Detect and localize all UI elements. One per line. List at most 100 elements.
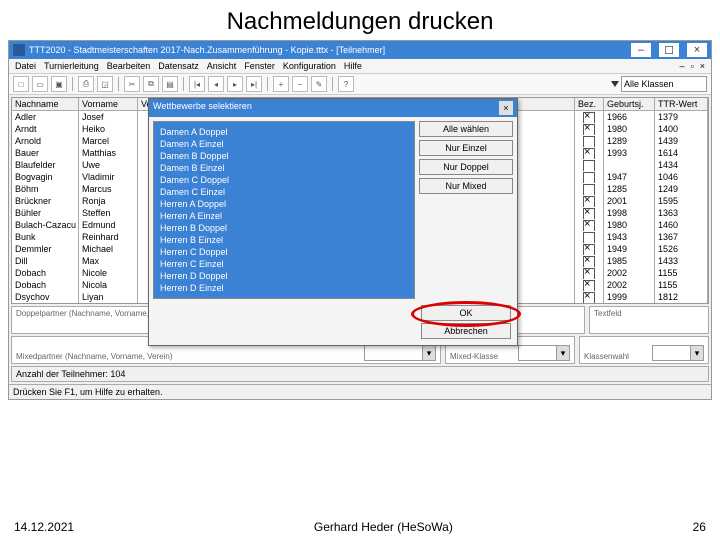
cell-bez[interactable] (575, 207, 603, 219)
tb-prev-icon[interactable]: ◂ (208, 76, 224, 92)
cell-vorname[interactable]: Michael (79, 243, 137, 255)
cell-geburtsj[interactable]: 1289 (604, 135, 654, 147)
cell-geburtsj[interactable]: 2002 (604, 279, 654, 291)
cell-nachname[interactable]: Arndt (12, 123, 78, 135)
cell-ttr[interactable]: 1379 (655, 111, 707, 123)
col-bez[interactable]: Bez. (575, 98, 603, 111)
cell-nachname[interactable]: Dobach (12, 279, 78, 291)
cell-bez[interactable] (575, 123, 603, 135)
cell-vorname[interactable]: Heiko (79, 123, 137, 135)
cell-nachname[interactable]: Brückner (12, 195, 78, 207)
cell-vorname[interactable]: Reinhard (79, 231, 137, 243)
cell-ttr[interactable]: 1439 (655, 135, 707, 147)
tb-paste-icon[interactable]: ▤ (162, 76, 178, 92)
cell-vorname[interactable]: Josef (79, 111, 137, 123)
cell-vorname[interactable]: Nicola (79, 279, 137, 291)
cell-ttr[interactable]: 1434 (655, 159, 707, 171)
cell-bez[interactable] (575, 291, 603, 303)
cell-nachname[interactable]: Bulach-Cazacu (12, 219, 78, 231)
mixedklasse-combo[interactable]: ▾ (518, 345, 570, 361)
nur-doppel-button[interactable]: Nur Doppel (419, 159, 513, 175)
cell-nachname[interactable]: Bühler (12, 207, 78, 219)
cell-ttr[interactable]: 1155 (655, 267, 707, 279)
cell-vorname[interactable]: Steffen (79, 207, 137, 219)
cell-bez[interactable] (575, 279, 603, 291)
menu-bearbeiten[interactable]: Bearbeiten (107, 61, 151, 71)
klassen-filter[interactable] (611, 76, 707, 92)
tb-next-icon[interactable]: ▸ (227, 76, 243, 92)
cell-geburtsj[interactable]: 2001 (604, 195, 654, 207)
tb-save-icon[interactable]: ▣ (51, 76, 67, 92)
menu-datensatz[interactable]: Datensatz (158, 61, 199, 71)
list-item[interactable]: Damen B Einzel (160, 162, 408, 174)
cell-bez[interactable] (575, 135, 603, 147)
cell-geburtsj[interactable]: 1949 (604, 243, 654, 255)
klassenwahl-combo[interactable]: ▾ (652, 345, 704, 361)
mdi-restore-icon[interactable]: ▫ (691, 61, 694, 71)
cell-geburtsj[interactable]: 1285 (604, 183, 654, 195)
cell-geburtsj[interactable]: 2002 (604, 267, 654, 279)
cell-nachname[interactable]: Arnold (12, 135, 78, 147)
cell-ttr[interactable]: 1433 (655, 255, 707, 267)
col-ttr[interactable]: TTR-Wert (655, 98, 707, 111)
cell-ttr[interactable]: 1367 (655, 231, 707, 243)
cell-bez[interactable] (575, 171, 603, 183)
tb-print-icon[interactable]: ⎙ (78, 76, 94, 92)
cell-vorname[interactable]: Matthias (79, 147, 137, 159)
col-geburtsj[interactable]: Geburtsj. (604, 98, 654, 111)
cell-ttr[interactable]: 1526 (655, 243, 707, 255)
cell-vorname[interactable]: Nicole (79, 267, 137, 279)
list-item[interactable]: Herren B Doppel (160, 222, 408, 234)
list-item[interactable]: Herren A Einzel (160, 210, 408, 222)
cell-bez[interactable] (575, 159, 603, 171)
tb-preview-icon[interactable]: ◲ (97, 76, 113, 92)
cell-geburtsj[interactable]: 1943 (604, 231, 654, 243)
cell-geburtsj[interactable] (604, 159, 654, 171)
tb-last-icon[interactable]: ▸| (246, 76, 262, 92)
tb-cut-icon[interactable]: ✂ (124, 76, 140, 92)
minimize-button[interactable]: – (631, 43, 651, 57)
cell-vorname[interactable]: Max (79, 255, 137, 267)
list-item[interactable]: Herren A Doppel (160, 198, 408, 210)
menu-fenster[interactable]: Fenster (244, 61, 275, 71)
cell-nachname[interactable]: Dill (12, 255, 78, 267)
cell-vorname[interactable]: Uwe (79, 159, 137, 171)
cell-bez[interactable] (575, 111, 603, 123)
col-nachname[interactable]: Nachname (12, 98, 78, 111)
cell-geburtsj[interactable]: 1993 (604, 147, 654, 159)
maximize-button[interactable]: ☐ (659, 43, 679, 57)
cell-nachname[interactable]: Demmler (12, 243, 78, 255)
menu-hilfe[interactable]: Hilfe (344, 61, 362, 71)
cell-ttr[interactable]: 1460 (655, 219, 707, 231)
cell-nachname[interactable]: Böhm (12, 183, 78, 195)
list-item[interactable]: Herren C Doppel (160, 246, 408, 258)
cell-geburtsj[interactable]: 1966 (604, 111, 654, 123)
cell-vorname[interactable]: Marcus (79, 183, 137, 195)
menu-datei[interactable]: Datei (15, 61, 36, 71)
mdi-min-icon[interactable]: – (680, 61, 685, 71)
menu-turnierleitung[interactable]: Turnierleitung (44, 61, 99, 71)
tb-new-icon[interactable]: □ (13, 76, 29, 92)
nur-mixed-button[interactable]: Nur Mixed (419, 178, 513, 194)
list-item[interactable]: Herren C Einzel (160, 258, 408, 270)
cell-nachname[interactable]: Adler (12, 111, 78, 123)
close-button[interactable]: × (687, 43, 707, 57)
abbrechen-button[interactable]: Abbrechen (421, 323, 511, 339)
cell-nachname[interactable]: Bauer (12, 147, 78, 159)
cell-bez[interactable] (575, 231, 603, 243)
cell-ttr[interactable]: 1046 (655, 171, 707, 183)
cell-nachname[interactable]: Bogvagin (12, 171, 78, 183)
col-vorname[interactable]: Vorname (79, 98, 137, 111)
dialog-close-icon[interactable]: × (499, 101, 513, 115)
cell-bez[interactable] (575, 219, 603, 231)
cell-ttr[interactable]: 1249 (655, 183, 707, 195)
cell-geburtsj[interactable]: 1947 (604, 171, 654, 183)
klassen-input[interactable] (621, 76, 707, 92)
mixedpartner-combo[interactable]: ▾ (364, 345, 436, 361)
tb-open-icon[interactable]: ▭ (32, 76, 48, 92)
cell-geburtsj[interactable]: 1985 (604, 255, 654, 267)
cell-bez[interactable] (575, 243, 603, 255)
cell-bez[interactable] (575, 147, 603, 159)
cell-bez[interactable] (575, 267, 603, 279)
cell-ttr[interactable]: 1614 (655, 147, 707, 159)
